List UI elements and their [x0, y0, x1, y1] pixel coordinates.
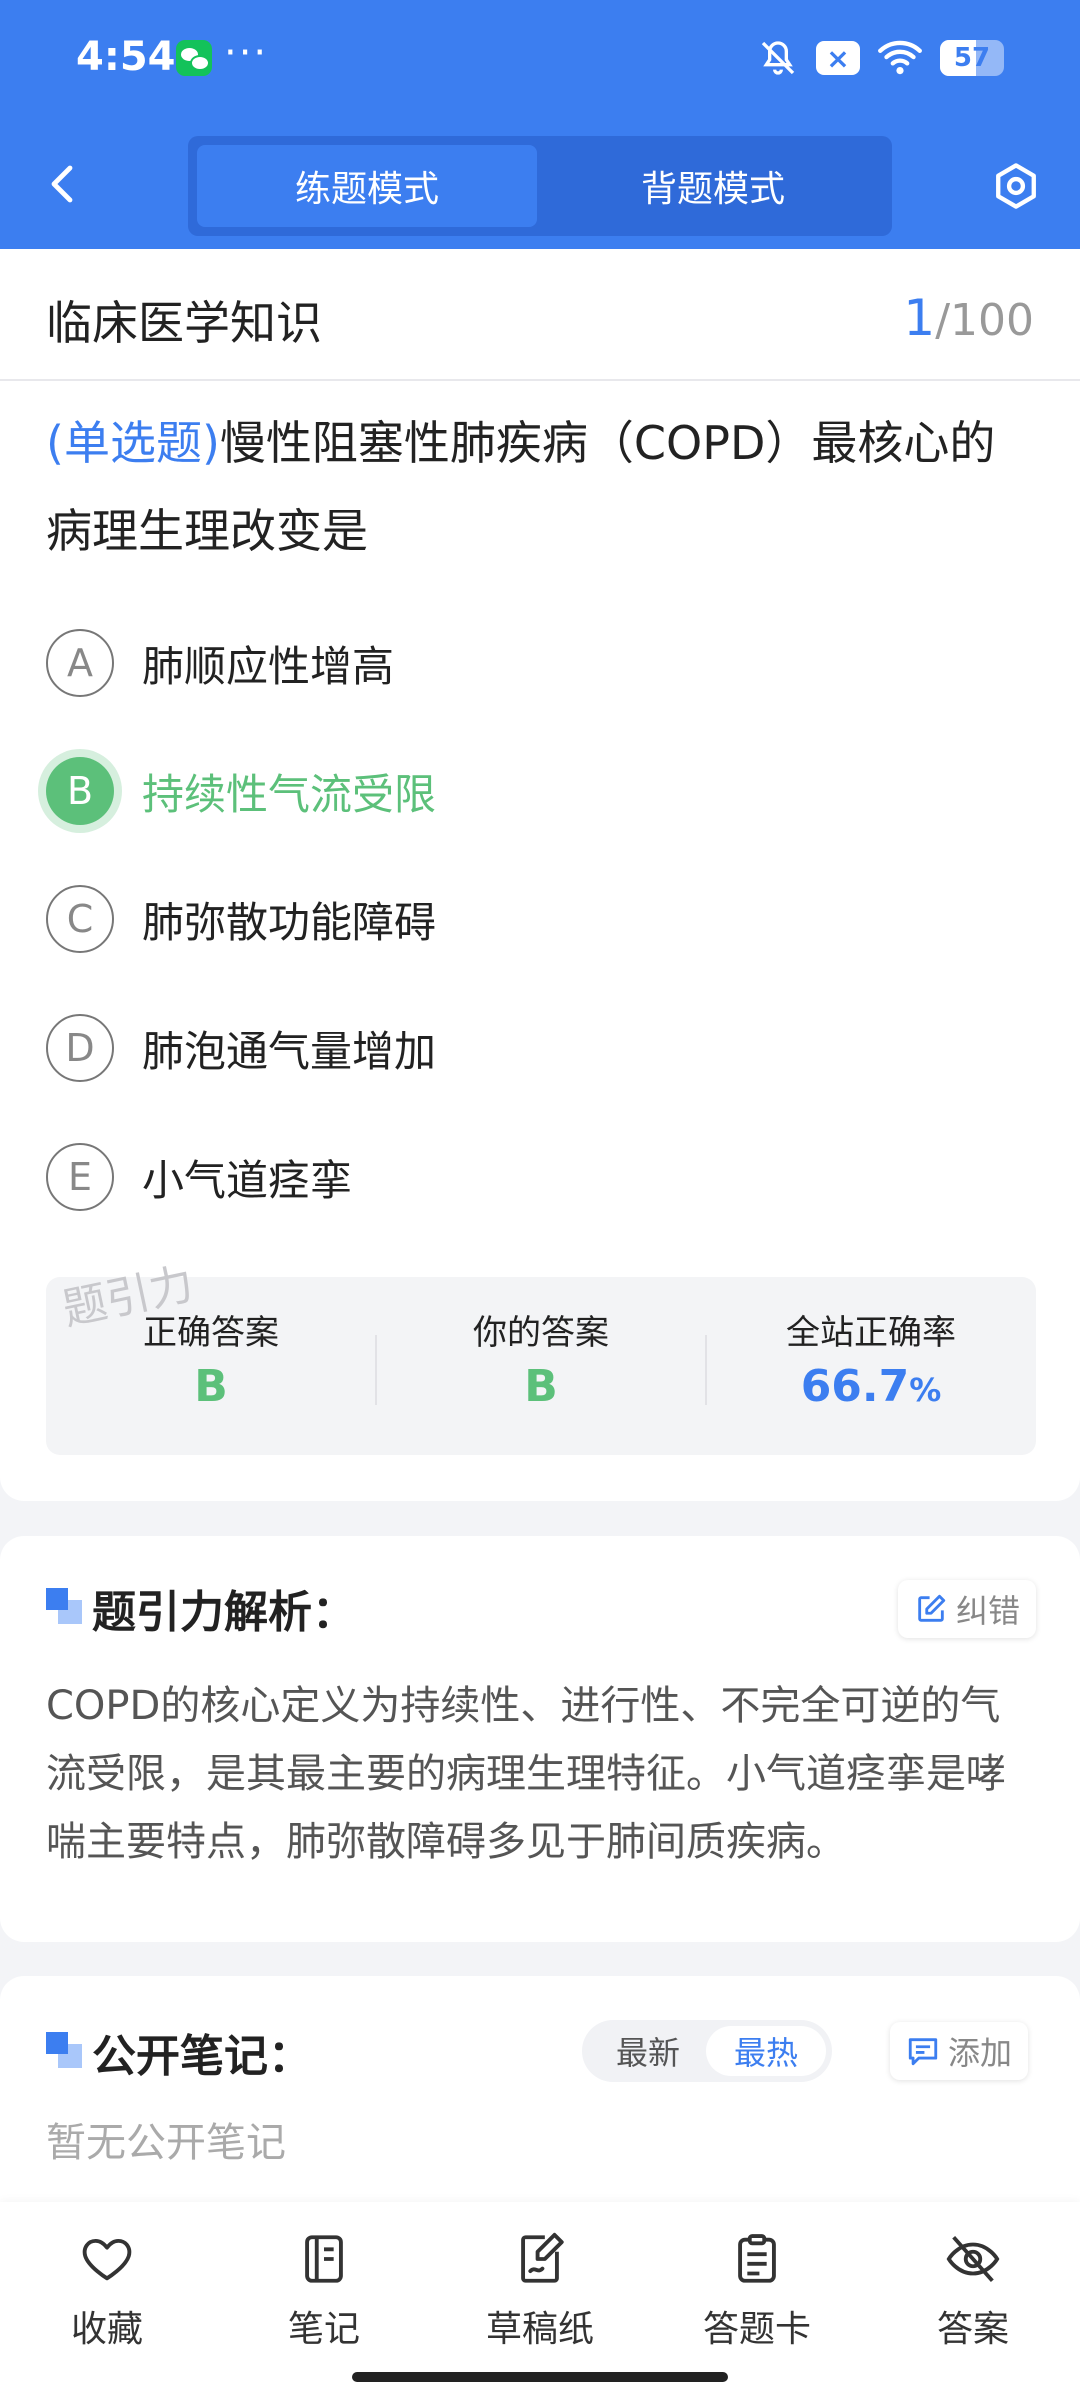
show-answer-button[interactable]: 答案 — [888, 2230, 1058, 2350]
favorite-button[interactable]: 收藏 — [22, 2230, 192, 2350]
wechat-icon — [176, 40, 212, 76]
option-d[interactable]: D 肺泡通气量增加 — [46, 1008, 946, 1088]
sort-newest[interactable]: 最新 — [588, 2026, 708, 2076]
tab-practice-mode[interactable]: 练题模式 — [197, 145, 537, 227]
question-card: 临床医学知识 1/100 (单选题)慢性阻塞性肺疾病（COPD）最核心的病理生理… — [0, 249, 1080, 1501]
wifi-icon — [878, 40, 922, 76]
your-answer-col: 你的答案 B — [376, 1277, 706, 1455]
option-c[interactable]: C 肺弥散功能障碍 — [46, 879, 946, 959]
analysis-title: 题引力解析： — [92, 1587, 356, 1638]
subject-title: 临床医学知识 — [46, 296, 322, 350]
option-text: 肺弥散功能障碍 — [142, 897, 437, 947]
draft-button[interactable]: 草稿纸 — [455, 2230, 625, 2350]
current-question-number: 1 — [903, 289, 936, 347]
comment-icon — [908, 2038, 938, 2066]
option-letter: D — [46, 1014, 114, 1082]
show-answer-label: 答案 — [936, 2309, 1009, 2350]
option-text: 小气道痉挛 — [142, 1155, 353, 1205]
result-summary: 题引力 正确答案 B 你的答案 B 全站正确率 66.7% — [46, 1258, 1036, 1455]
accuracy-number: 66.7 — [800, 1361, 910, 1412]
correct-answer-col: 正确答案 B — [46, 1277, 376, 1455]
subject-row: 临床医学知识 1/100 — [0, 249, 1080, 381]
option-text: 肺泡通气量增加 — [142, 1026, 437, 1076]
edit-icon — [918, 1594, 946, 1622]
add-note-button[interactable]: 添加 — [890, 2022, 1029, 2080]
battery-icon: 57 — [940, 40, 1004, 76]
close-badge-icon: × — [816, 41, 860, 75]
eye-off-icon — [946, 2235, 1000, 2283]
add-note-label: 添加 — [948, 2034, 1013, 2072]
your-answer-value: B — [524, 1361, 558, 1412]
tab-memorize-mode[interactable]: 背题模式 — [543, 145, 883, 227]
notes-sort-toggle: 最新 最热 — [582, 2020, 832, 2082]
correct-answer-label: 正确答案 — [143, 1313, 279, 1353]
bottom-toolbar: 收藏 笔记 草稿纸 答题卡 答案 — [0, 2202, 1080, 2400]
notes-button[interactable]: 笔记 — [239, 2230, 409, 2350]
option-letter: B — [46, 757, 114, 825]
notes-title: 公开笔记： — [92, 2031, 312, 2082]
empty-notes-text: 暂无公开笔记 — [46, 2120, 286, 2166]
mute-icon — [758, 38, 798, 78]
option-text: 持续性气流受限 — [142, 769, 437, 819]
option-letter: A — [46, 629, 114, 697]
home-indicator[interactable] — [352, 2372, 728, 2382]
settings-button[interactable] — [990, 160, 1042, 212]
accuracy-label: 全站正确率 — [786, 1313, 956, 1353]
answer-sheet-label: 答题卡 — [702, 2309, 811, 2350]
notes-label: 笔记 — [287, 2309, 360, 2350]
battery-level: 57 — [953, 43, 991, 73]
question-type: (单选题) — [46, 416, 220, 470]
question-progress: 1/100 — [903, 289, 1034, 347]
total-questions: /100 — [935, 295, 1034, 346]
heart-icon — [82, 2238, 132, 2281]
option-e[interactable]: E 小气道痉挛 — [46, 1137, 946, 1217]
correct-answer-value: B — [194, 1361, 228, 1412]
answer-sheet-button[interactable]: 答题卡 — [672, 2230, 842, 2350]
notes-card: 公开笔记： 最新 最热 添加 暂无公开笔记 — [0, 1976, 1080, 2206]
question-text: (单选题)慢性阻塞性肺疾病（COPD）最核心的病理生理改变是 — [46, 399, 1036, 575]
answer-sheet-icon — [738, 2234, 776, 2283]
section-icon — [46, 2032, 82, 2068]
status-icons: × 57 — [758, 36, 1004, 80]
sort-hottest[interactable]: 最热 — [706, 2026, 826, 2076]
option-letter: E — [46, 1143, 114, 1211]
favorite-label: 收藏 — [70, 2309, 143, 2350]
chevron-left-icon — [51, 165, 73, 203]
accuracy-value: 66.7% — [706, 1361, 1036, 1412]
notebook-icon — [305, 2235, 343, 2283]
accuracy-unit: % — [909, 1371, 942, 1409]
option-b[interactable]: B 持续性气流受限 — [46, 751, 946, 831]
option-a[interactable]: A 肺顺应性增高 — [46, 623, 946, 703]
back-button[interactable] — [40, 160, 88, 208]
draft-label: 草稿纸 — [485, 2309, 594, 2350]
more-dots: ··· — [224, 30, 269, 76]
report-error-button[interactable]: 纠错 — [898, 1580, 1037, 1638]
top-bar: 4:54 ··· × 57 练题模式 背题模式 — [0, 0, 1080, 249]
gear-icon — [996, 163, 1036, 209]
analysis-card: 题引力解析： 纠错 COPD的核心定义为持续性、进行性、不完全可逆的气流受限，是… — [0, 1536, 1080, 1942]
report-error-label: 纠错 — [956, 1592, 1021, 1630]
mode-switch: 练题模式 背题模式 — [188, 136, 892, 236]
section-icon — [46, 1588, 82, 1624]
option-letter: C — [46, 885, 114, 953]
status-time: 4:54 — [76, 34, 176, 80]
analysis-text: COPD的核心定义为持续性、进行性、不完全可逆的气流受限，是其最主要的病理生理特… — [46, 1683, 1006, 1865]
your-answer-label: 你的答案 — [473, 1313, 609, 1353]
draft-icon — [521, 2232, 564, 2283]
option-text: 肺顺应性增高 — [142, 641, 395, 691]
accuracy-col: 全站正确率 66.7% — [706, 1277, 1036, 1455]
